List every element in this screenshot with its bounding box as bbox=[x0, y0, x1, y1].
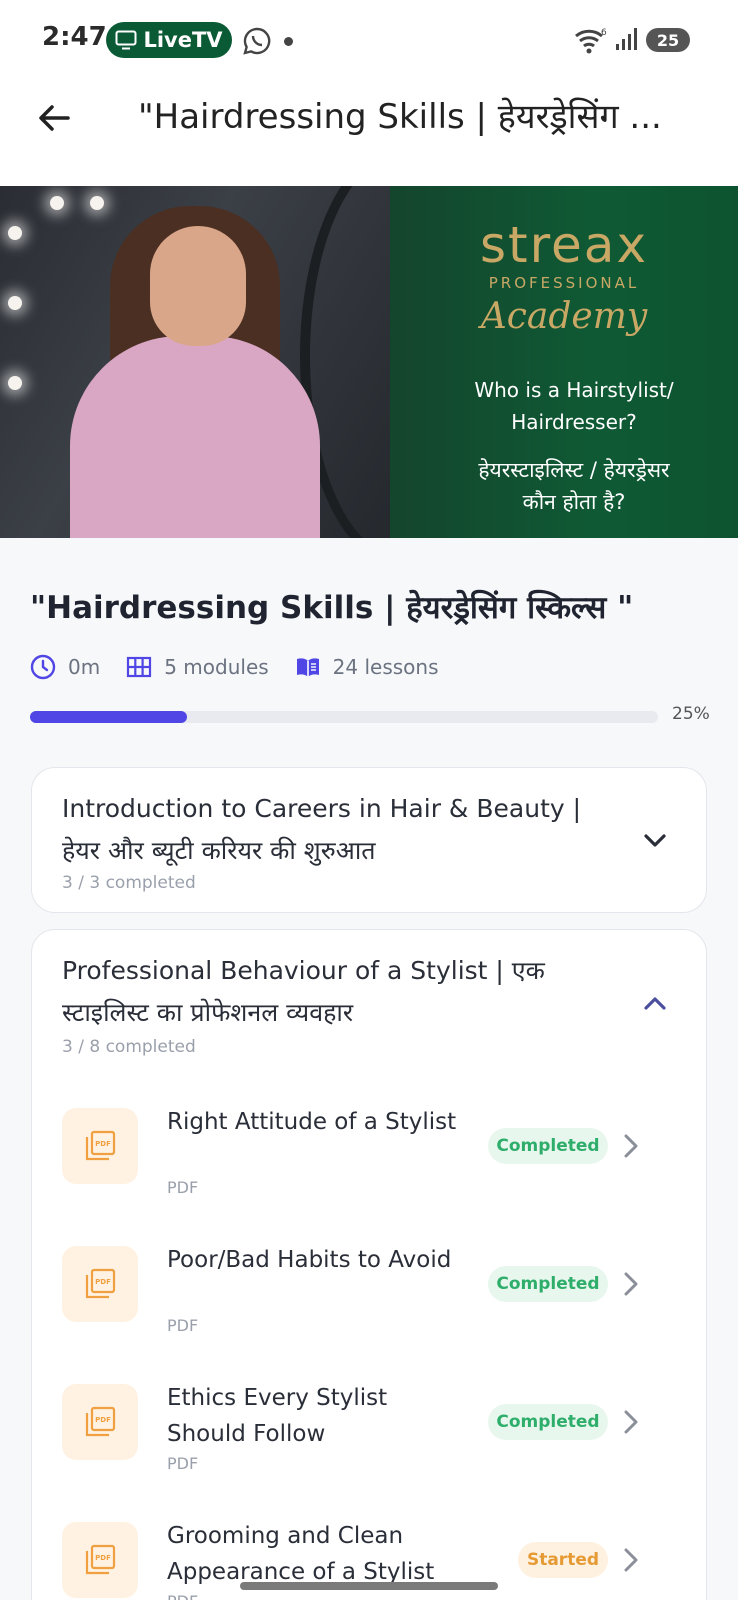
meta-lessons: 24 lessons bbox=[295, 654, 439, 680]
svg-text:PDF: PDF bbox=[95, 1140, 111, 1148]
lesson-title: Right Attitude of a Stylist bbox=[167, 1109, 457, 1135]
clock-icon bbox=[30, 654, 56, 680]
cell-signal-icon bbox=[616, 28, 637, 50]
battery-icon: 25 bbox=[646, 28, 690, 52]
module-title: Professional Behaviour of a Stylist | एक… bbox=[62, 956, 545, 1027]
brand-script: Academy bbox=[480, 296, 648, 337]
pdf-file-icon: PDF bbox=[85, 1544, 116, 1575]
lesson-thumbnail: PDF bbox=[62, 1522, 138, 1598]
app-bar: "Hairdressing Skills | हेयरड्रेसिंग ... bbox=[0, 80, 738, 186]
hero-question-english: Who is a Hairstylist/ Hairdresser? bbox=[474, 378, 674, 434]
livetv-notification-pill[interactable]: LiveTV bbox=[106, 22, 232, 58]
svg-text:PDF: PDF bbox=[95, 1278, 111, 1286]
app-bar-title: "Hairdressing Skills | हेयरड्रेसिंग ... bbox=[138, 97, 662, 137]
lesson-title: Grooming and Clean Appearance of a Styli… bbox=[167, 1523, 435, 1585]
lesson-thumbnail: PDF bbox=[62, 1108, 138, 1184]
status-badge: Completed bbox=[488, 1128, 608, 1164]
module-card[interactable]: Professional Behaviour of a Stylist | एक… bbox=[31, 929, 707, 1600]
book-icon bbox=[296, 658, 319, 677]
notification-dot-icon bbox=[284, 37, 293, 46]
wifi-icon: 6 bbox=[575, 28, 607, 54]
livetv-label: LiveTV bbox=[143, 28, 223, 52]
status-badge: Started bbox=[518, 1542, 608, 1578]
meta-duration: 0m bbox=[30, 654, 100, 680]
status-badge: Completed bbox=[488, 1404, 608, 1440]
tv-icon bbox=[115, 30, 137, 50]
status-badge: Completed bbox=[488, 1266, 608, 1302]
chevron-up-icon[interactable] bbox=[640, 988, 670, 1018]
brand-logo-text: streax bbox=[479, 216, 649, 274]
meta-modules: 5 modules bbox=[126, 654, 269, 680]
lesson-type: PDF bbox=[167, 1178, 199, 1197]
course-video-thumbnail[interactable]: streax PROFESSIONAL Academy Who is a Hai… bbox=[0, 186, 738, 538]
course-title: "Hairdressing Skills | हेयरड्रेसिंग स्कि… bbox=[30, 590, 634, 626]
svg-text:6: 6 bbox=[601, 28, 607, 38]
chevron-down-icon[interactable] bbox=[640, 826, 670, 856]
svg-text:PDF: PDF bbox=[95, 1554, 111, 1562]
lesson-title: Ethics Every Stylist Should Follow bbox=[167, 1385, 388, 1447]
course-progress-bar bbox=[30, 711, 658, 723]
pdf-file-icon: PDF bbox=[85, 1406, 116, 1437]
hero-question-hindi: हेयरस्टाइलिस्ट / हेयरड्रेसर कौन होता है? bbox=[478, 458, 670, 514]
chevron-right-icon[interactable] bbox=[618, 1270, 644, 1298]
module-progress-count: 3 / 8 completed bbox=[62, 1037, 196, 1057]
status-time: 2:47 bbox=[42, 22, 107, 52]
chevron-right-icon[interactable] bbox=[618, 1546, 644, 1574]
home-indicator[interactable] bbox=[240, 1582, 498, 1590]
brand-subtitle: PROFESSIONAL bbox=[488, 274, 640, 292]
module-card[interactable]: Introduction to Careers in Hair & Beauty… bbox=[31, 767, 707, 913]
chevron-right-icon[interactable] bbox=[618, 1408, 644, 1436]
whatsapp-icon bbox=[243, 27, 271, 55]
hero-brand-panel: streax PROFESSIONAL Academy Who is a Hai… bbox=[390, 186, 738, 538]
lesson-row[interactable]: PDF Right Attitude of a Stylist PDF Comp… bbox=[32, 1104, 708, 1224]
lesson-type: PDF bbox=[167, 1454, 199, 1473]
module-title: Introduction to Careers in Hair & Beauty… bbox=[62, 794, 582, 865]
lesson-type: PDF bbox=[167, 1592, 198, 1600]
lesson-thumbnail: PDF bbox=[62, 1246, 138, 1322]
grid-icon bbox=[127, 656, 152, 678]
module-progress-count: 3 / 3 completed bbox=[62, 873, 196, 893]
pdf-file-icon: PDF bbox=[85, 1268, 116, 1299]
lesson-thumbnail: PDF bbox=[62, 1384, 138, 1460]
course-meta-row: 0m 5 modules 24 lessons bbox=[30, 652, 465, 682]
svg-text:PDF: PDF bbox=[95, 1416, 111, 1424]
pdf-file-icon: PDF bbox=[85, 1130, 116, 1161]
course-progress-fill bbox=[30, 711, 187, 723]
lesson-row[interactable]: PDF Ethics Every Stylist Should Follow P… bbox=[32, 1380, 708, 1500]
lesson-type: PDF bbox=[167, 1316, 199, 1335]
lesson-row[interactable]: PDF Poor/Bad Habits to Avoid PDF Complet… bbox=[32, 1242, 708, 1362]
battery-level: 25 bbox=[656, 30, 680, 50]
lesson-title: Poor/Bad Habits to Avoid bbox=[167, 1247, 452, 1273]
course-progress-label: 25% bbox=[672, 704, 710, 724]
chevron-right-icon[interactable] bbox=[618, 1132, 644, 1160]
instructor-photo bbox=[0, 186, 500, 538]
status-bar: 2:47 LiveTV 6 25 bbox=[0, 0, 738, 80]
back-arrow-icon[interactable] bbox=[34, 98, 74, 138]
